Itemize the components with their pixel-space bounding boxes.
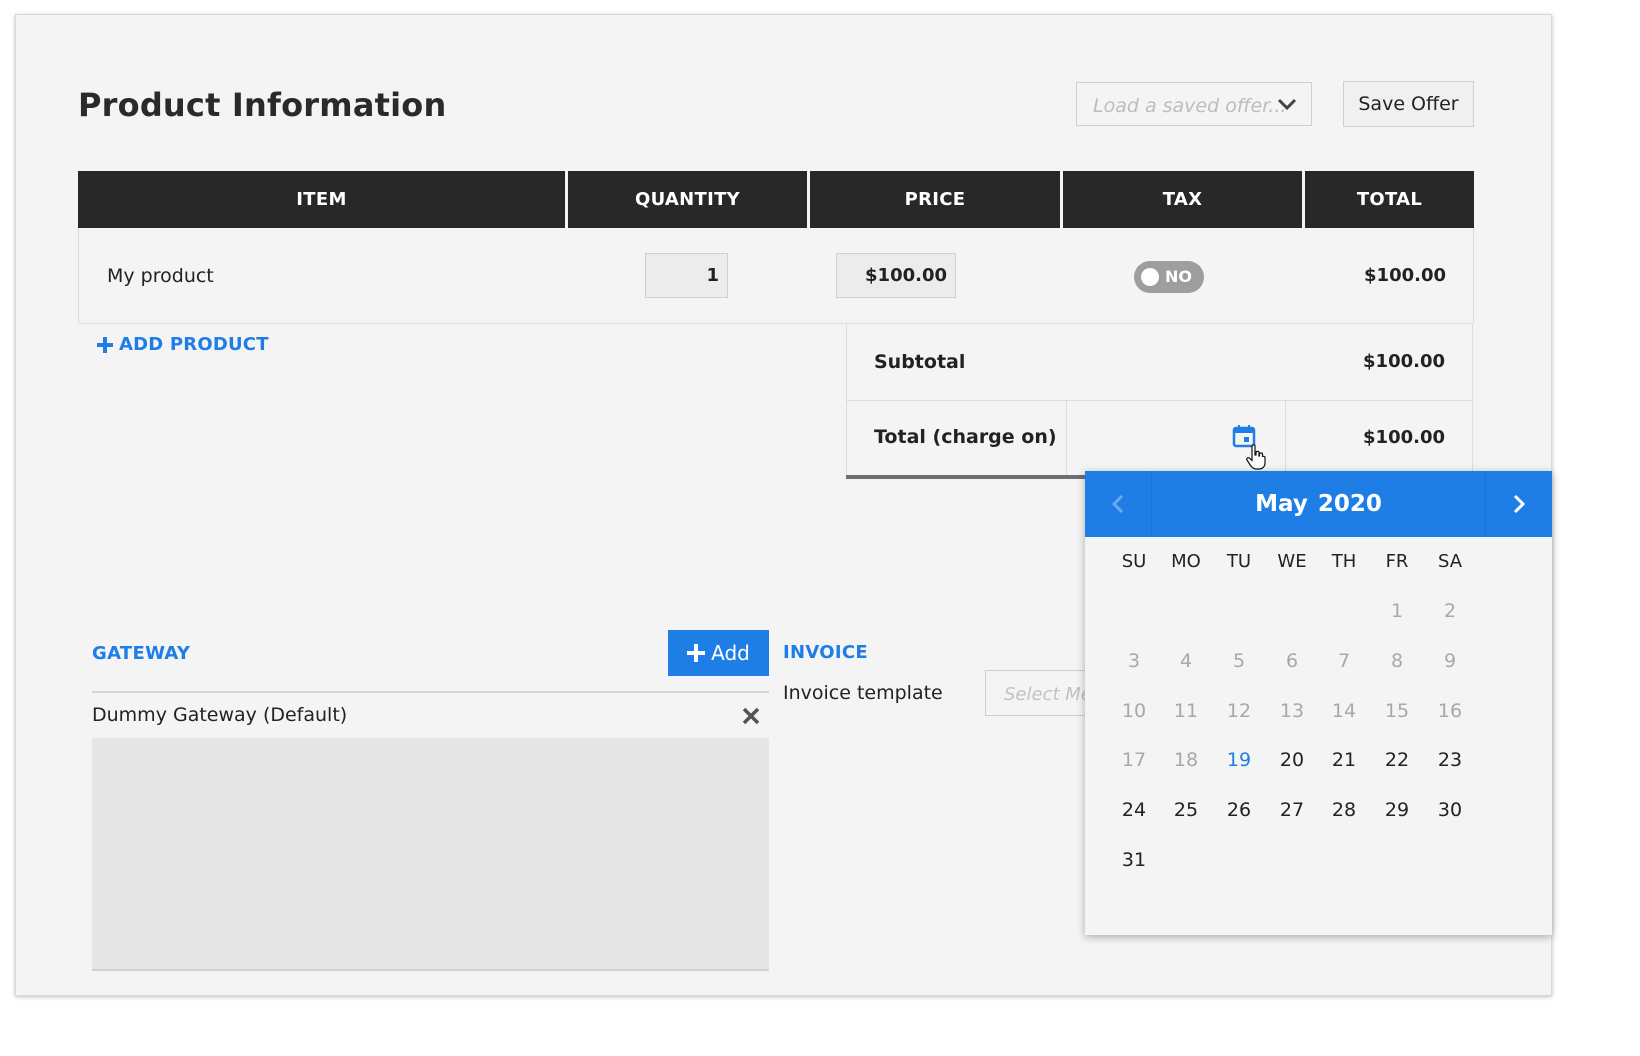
divider <box>1285 401 1286 475</box>
prev-month-button[interactable] <box>1085 471 1151 537</box>
header-price: PRICE <box>810 171 1060 228</box>
save-offer-button[interactable]: Save Offer <box>1343 81 1474 127</box>
total-value: $100.00 <box>1363 427 1445 448</box>
calendar-day[interactable]: 19 <box>1213 749 1265 771</box>
load-offer-select[interactable]: Load a saved offer... <box>1076 82 1312 126</box>
datepicker-title[interactable]: May 2020 <box>1151 471 1486 537</box>
add-gateway-button[interactable]: Add <box>668 630 769 676</box>
datepicker-year: 2020 <box>1317 491 1382 517</box>
chevron-down-icon <box>1277 98 1297 111</box>
weekday-label: SU <box>1121 551 1147 572</box>
weekday-label: SA <box>1437 551 1463 572</box>
calendar-day[interactable]: 26 <box>1213 799 1265 821</box>
close-icon[interactable] <box>741 706 761 726</box>
add-product-link[interactable]: ADD PRODUCT <box>97 334 269 355</box>
calendar-day[interactable]: 21 <box>1318 749 1370 771</box>
tax-toggle[interactable]: NO <box>1134 261 1204 293</box>
chevron-right-icon <box>1513 494 1526 514</box>
calendar-day[interactable]: 27 <box>1266 799 1318 821</box>
header-quantity: QUANTITY <box>568 171 807 228</box>
divider <box>1066 401 1067 475</box>
row-total: $100.00 <box>1364 265 1446 286</box>
calendar-day: 4 <box>1179 649 1193 672</box>
calendar-day: 1 <box>1390 600 1404 622</box>
plus-icon <box>687 644 706 662</box>
calendar-day[interactable]: 28 <box>1318 799 1370 821</box>
calendar-day: 2 <box>1443 600 1457 622</box>
calendar-day: 3 <box>1127 649 1141 672</box>
header-tax: TAX <box>1063 171 1302 228</box>
total-label: Total (charge on) <box>874 426 1057 448</box>
invoice-title: INVOICE <box>783 642 868 663</box>
calendar-day: 11 <box>1173 699 1199 722</box>
table-row <box>78 228 1474 324</box>
add-gateway-label: Add <box>711 641 750 665</box>
calendar-day: 7 <box>1337 649 1351 672</box>
calendar-day[interactable]: 30 <box>1424 799 1476 821</box>
datepicker: May 2020 SU MO TU WE TH FR SA 1 2 3 4 5 6 7 8 9 10 11 12 13… <box>1085 471 1552 935</box>
calendar-day: 5 <box>1232 649 1246 672</box>
weekday-label: WE <box>1277 551 1307 572</box>
calendar-day[interactable]: 23 <box>1424 749 1476 771</box>
toggle-knob <box>1141 268 1159 286</box>
subtotal-value: $100.00 <box>1363 351 1445 372</box>
calendar-day[interactable]: 22 <box>1371 749 1423 771</box>
weekday-label: MO <box>1171 551 1201 572</box>
header-item: ITEM <box>78 171 565 228</box>
hand-cursor-icon <box>1246 444 1266 470</box>
header-total: TOTAL <box>1305 171 1474 228</box>
calendar-day: 6 <box>1285 649 1299 672</box>
load-offer-placeholder: Load a saved offer... <box>1093 95 1287 117</box>
calendar-day: 16 <box>1437 699 1463 722</box>
calendar-day: 9 <box>1443 649 1457 672</box>
page-title: Product Information <box>78 86 447 124</box>
invoice-template-placeholder: Select Me <box>1004 684 1092 705</box>
calendar-day[interactable]: 29 <box>1371 799 1423 821</box>
calendar-day[interactable]: 25 <box>1160 799 1212 821</box>
datepicker-month: May <box>1255 491 1308 517</box>
invoice-template-label: Invoice template <box>783 682 943 704</box>
gateway-item: Dummy Gateway (Default) <box>92 704 348 726</box>
divider <box>846 475 1086 479</box>
subtotal-label: Subtotal <box>874 351 966 373</box>
calendar-day[interactable]: 31 <box>1108 849 1160 871</box>
gateway-settings-area <box>92 738 769 971</box>
calendar-day: 10 <box>1121 699 1147 722</box>
divider <box>846 400 1473 401</box>
quantity-input[interactable]: 1 <box>645 253 728 298</box>
gateway-title: GATEWAY <box>92 643 191 664</box>
add-product-label: ADD PRODUCT <box>119 334 269 355</box>
chevron-left-icon <box>1111 494 1124 514</box>
calendar-day: 8 <box>1390 649 1404 672</box>
datepicker-header: May 2020 <box>1085 471 1552 537</box>
weekday-label: FR <box>1385 551 1409 572</box>
price-input[interactable]: $100.00 <box>836 253 956 298</box>
weekday-label: TH <box>1331 551 1357 572</box>
calendar-day: 17 <box>1121 749 1147 772</box>
next-month-button[interactable] <box>1486 471 1552 537</box>
tax-toggle-label: NO <box>1165 267 1192 286</box>
weekday-label: TU <box>1226 551 1252 572</box>
plus-icon <box>97 336 113 353</box>
divider <box>92 691 769 693</box>
product-name: My product <box>107 265 214 287</box>
calendar-day: 12 <box>1226 699 1252 722</box>
calendar-day: 18 <box>1173 749 1199 772</box>
calendar-day[interactable]: 24 <box>1108 799 1160 821</box>
calendar-day[interactable]: 20 <box>1266 749 1318 771</box>
calendar-day: 13 <box>1279 699 1305 722</box>
calendar-day: 14 <box>1331 699 1357 722</box>
calendar-day: 15 <box>1384 699 1410 722</box>
